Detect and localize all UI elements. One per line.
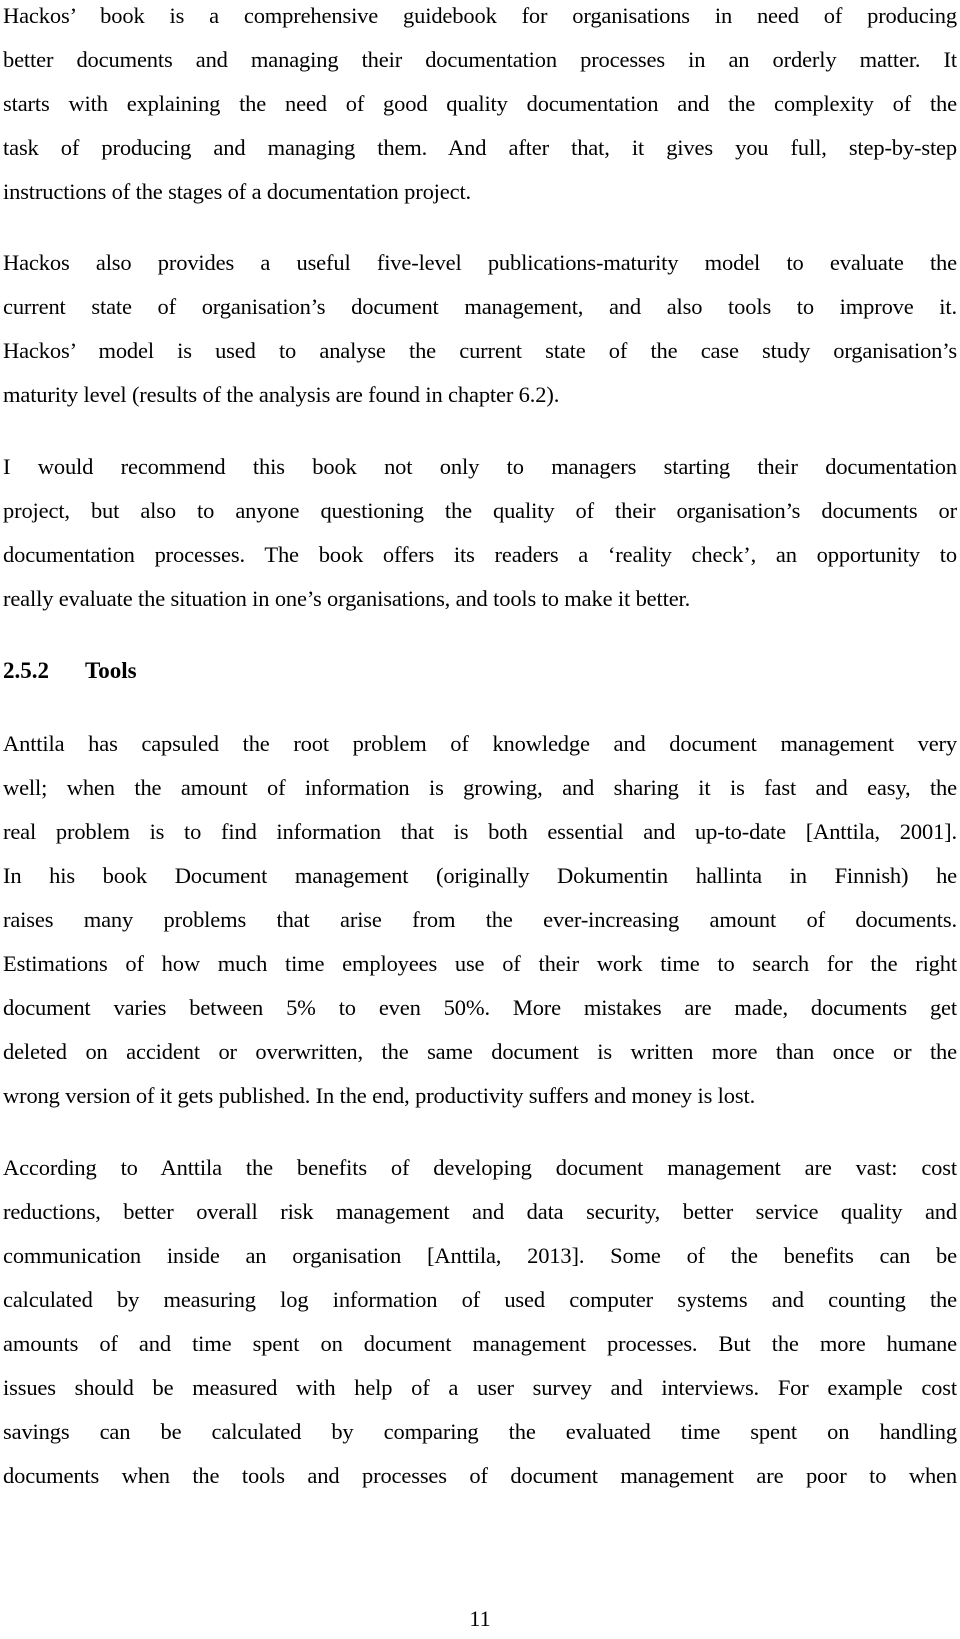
text-line: I would recommend this book not only to … bbox=[3, 454, 957, 479]
text-line: instructions of the stages of a document… bbox=[3, 179, 472, 204]
text-line: well; when the amount of information is … bbox=[3, 775, 957, 800]
text-line: reductions, better overall risk manageme… bbox=[3, 1199, 957, 1224]
page-number: 11 bbox=[469, 1606, 491, 1631]
section-number: 2.5.2 bbox=[3, 658, 49, 683]
text-line: project, but also to anyone questioning … bbox=[3, 498, 957, 523]
text-line: really evaluate the situation in one’s o… bbox=[3, 586, 691, 611]
text-line: Hackos also provides a useful five-level… bbox=[3, 250, 957, 275]
text-line: calculated by measuring log information … bbox=[3, 1287, 957, 1312]
text-line: real problem is to find information that… bbox=[3, 819, 957, 844]
text-line: Hackos’ book is a comprehensive guideboo… bbox=[3, 3, 957, 28]
text-line: Anttila has capsuled the root problem of… bbox=[3, 731, 957, 756]
text-line: issues should be measured with help of a… bbox=[3, 1375, 957, 1400]
text-line: current state of organisation’s document… bbox=[3, 294, 957, 319]
text-line: better documents and managing their docu… bbox=[3, 47, 957, 72]
text-line: In his book Document management (origina… bbox=[3, 863, 957, 888]
text-line: task of producing and managing them. And… bbox=[3, 135, 957, 160]
text-line: starts with explaining the need of good … bbox=[3, 91, 957, 116]
text-line: raises many problems that arise from the… bbox=[3, 907, 957, 932]
text-line: Estimations of how much time employees u… bbox=[3, 951, 957, 976]
text-line: document varies between 5% to even 50%. … bbox=[3, 995, 957, 1020]
text-line: deleted on accident or overwritten, the … bbox=[3, 1039, 957, 1064]
text-line: documentation processes. The book offers… bbox=[3, 542, 957, 567]
text-line: Hackos’ model is used to analyse the cur… bbox=[3, 338, 957, 363]
text-line: According to Anttila the benefits of dev… bbox=[3, 1155, 957, 1180]
section-title: Tools bbox=[85, 658, 137, 683]
text-line: communication inside an organisation [An… bbox=[3, 1243, 957, 1268]
section-heading: 2.5.2 Tools bbox=[3, 656, 137, 686]
text-line: maturity level (results of the analysis … bbox=[3, 382, 560, 407]
text-line: documents when the tools and processes o… bbox=[3, 1463, 957, 1488]
text-line: amounts of and time spent on document ma… bbox=[3, 1331, 957, 1356]
text-line: savings can be calculated by comparing t… bbox=[3, 1419, 957, 1444]
text-line: wrong version of it gets published. In t… bbox=[3, 1083, 756, 1108]
